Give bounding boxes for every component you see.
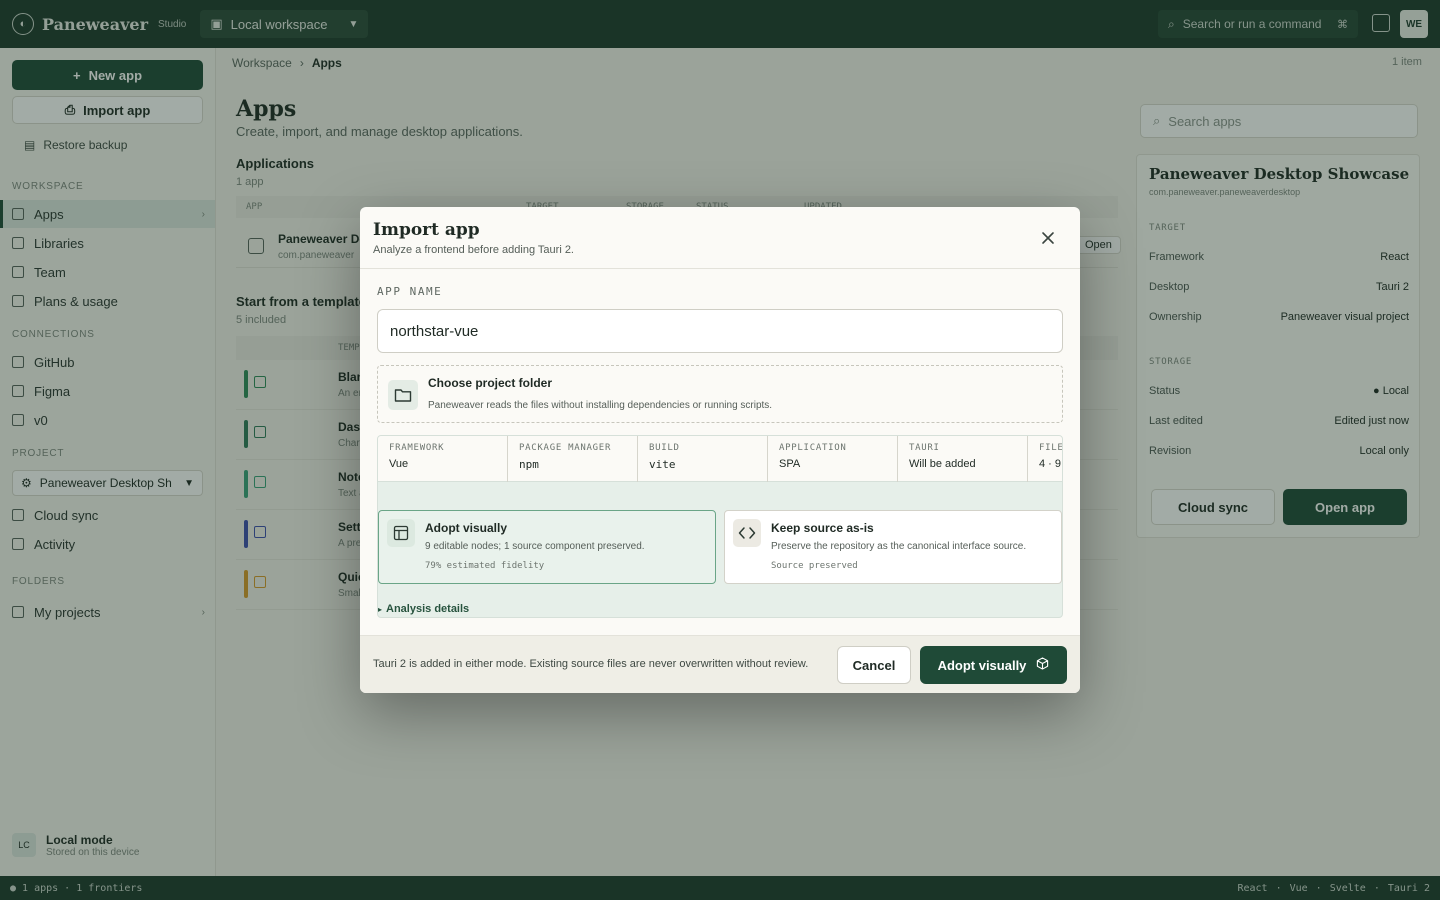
fact-value: Will be added	[909, 458, 976, 470]
analysis-panel: FRAMEWORK Vue PACKAGE MANAGER npm BUILD vit…	[377, 435, 1063, 618]
fact-key: FRAMEWORK	[389, 443, 445, 453]
dialog-header: Import app Analyze a frontend before add…	[360, 207, 1080, 269]
mode-adopt-visually-card[interactable]: Adopt visually 9 editable nodes; 1 sourc…	[378, 510, 716, 584]
folder-title: Choose project folder	[428, 376, 553, 390]
dialog-footer: Tauri 2 is added in either mode. Existin…	[360, 635, 1080, 693]
fact-value: 4 · 9	[1039, 458, 1062, 470]
mode-description: 9 editable nodes; 1 source component pre…	[425, 541, 645, 552]
analysis-details-label: Analysis details	[386, 603, 470, 615]
folder-icon	[388, 380, 418, 410]
fact-key: BUILD	[649, 443, 680, 453]
fact-key: PACKAGE MANAGER	[519, 443, 612, 453]
fact-application: APPLICATION SPA	[768, 436, 898, 482]
fact-value: vite	[649, 458, 676, 471]
dialog-title: Import app	[373, 220, 480, 240]
fact-value: SPA	[779, 458, 801, 470]
close-icon[interactable]	[1038, 228, 1058, 248]
mode-title: Adopt visually	[425, 521, 508, 535]
footer-note: Tauri 2 is added in either mode. Existin…	[373, 658, 809, 670]
fact-key: APPLICATION	[779, 443, 847, 453]
layout-icon	[387, 519, 415, 547]
mode-keep-source-card[interactable]: Keep source as-is Preserve the repositor…	[724, 510, 1062, 584]
dialog-subtitle: Analyze a frontend before adding Tauri 2…	[373, 244, 574, 256]
fact-package-manager: PACKAGE MANAGER npm	[508, 436, 638, 482]
caret-right-icon: ▸	[378, 604, 383, 614]
analysis-details-toggle[interactable]: ▸ Analysis details	[378, 603, 469, 615]
adopt-visually-button[interactable]: Adopt visually	[920, 646, 1067, 684]
fact-build: BUILD vite	[638, 436, 768, 482]
code-icon	[733, 519, 761, 547]
fact-key: TAURI	[909, 443, 940, 453]
mode-fidelity: 79% estimated fidelity	[425, 561, 545, 571]
mode-description: Preserve the repository as the canonical…	[771, 541, 1027, 552]
fact-tauri: TAURI Will be added	[898, 436, 1028, 482]
fact-value: npm	[519, 458, 539, 471]
import-app-dialog: Import app Analyze a frontend before add…	[360, 207, 1080, 693]
mode-title: Keep source as-is	[771, 521, 874, 535]
fact-value: Vue	[389, 458, 409, 470]
adopt-visually-label: Adopt visually	[937, 657, 1027, 673]
app-name-input[interactable]	[377, 309, 1063, 353]
fact-framework: FRAMEWORK Vue	[378, 436, 508, 482]
fact-files: FILES 4 · 9	[1028, 436, 1063, 482]
choose-project-folder[interactable]: Choose project folder Paneweaver reads t…	[377, 365, 1063, 423]
mode-meta: Source preserved	[771, 561, 858, 571]
fact-key: FILES	[1039, 443, 1063, 453]
cube-icon	[1036, 657, 1049, 673]
cancel-button[interactable]: Cancel	[837, 646, 911, 684]
folder-subtitle: Paneweaver reads the files without insta…	[428, 400, 773, 411]
app-name-label: APP NAME	[377, 285, 443, 298]
detected-facts: FRAMEWORK Vue PACKAGE MANAGER npm BUILD vit…	[378, 436, 1063, 482]
